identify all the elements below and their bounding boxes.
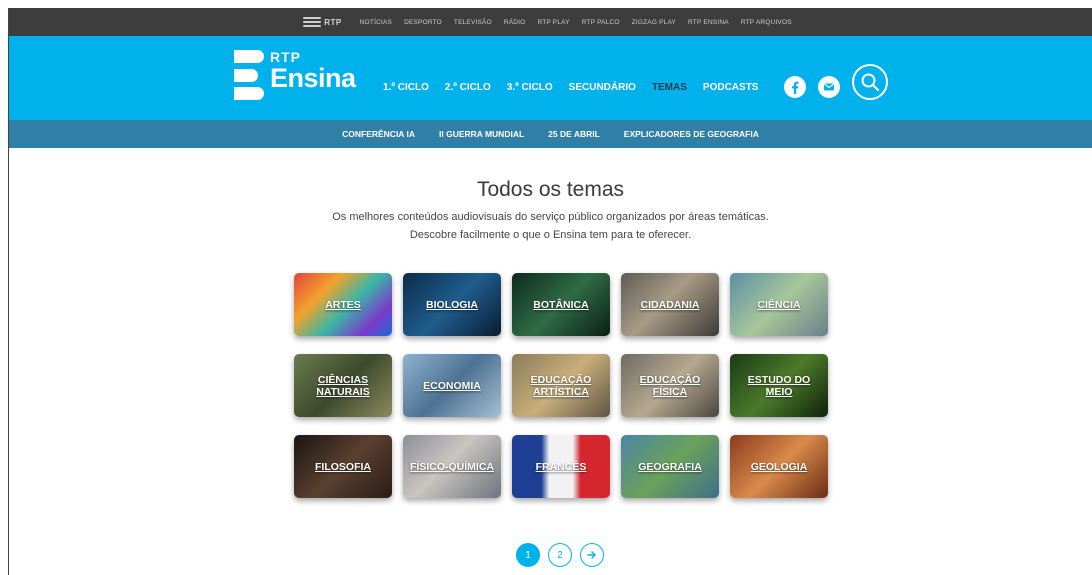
theme-tile-ciência[interactable]: CIÊNCIA [730,273,828,336]
theme-tile-artes[interactable]: ARTES [294,273,392,336]
theme-tile-geologia[interactable]: GEOLOGIA [730,435,828,498]
rtp-ensina-logo[interactable]: RTP Ensina [234,50,356,100]
theme-tile-label: EDUCAÇÃO ARTÍSTICA [530,373,592,398]
theme-tile-ciências-naturais[interactable]: CIÊNCIAS NATURAIS [294,354,392,417]
theme-tile-label: ECONOMIA [423,379,481,392]
theme-tile-botânica[interactable]: BOTÂNICA [512,273,610,336]
search-icon [861,73,880,92]
rtp-link-radio[interactable]: RÁDIO [504,19,526,26]
browser-viewport: RTP NOTÍCIAS DESPORTO TELEVISÃO RÁDIO RT… [8,8,1092,575]
facebook-icon[interactable] [784,76,806,98]
rtp-logo-text: RTP [324,17,342,27]
featured-topics-nav: CONFERÊNCIA IA II GUERRA MUNDIAL 25 DE A… [9,120,1092,148]
theme-tile-educação-artística[interactable]: EDUCAÇÃO ARTÍSTICA [512,354,610,417]
nav-temas[interactable]: TEMAS [652,82,687,93]
theme-tile-biologia[interactable]: BIOLOGIA [403,273,501,336]
logo-big-text: Ensina [270,63,356,93]
theme-tile-label: BIOLOGIA [426,298,478,311]
theme-tile-filosofia[interactable]: FILOSOFIA [294,435,392,498]
page-lead: Os melhores conteúdos audiovisuais do se… [9,208,1092,244]
nav-3-ciclo[interactable]: 3.º CICLO [507,82,553,93]
theme-tile-label: CIÊNCIA [757,298,801,311]
rtp-group-bar: RTP NOTÍCIAS DESPORTO TELEVISÃO RÁDIO RT… [9,8,1092,36]
ensina-logo-icon [234,50,264,100]
rtp-link-rtp-palco[interactable]: RTP PALCO [582,19,620,26]
theme-tile-geografia[interactable]: GEOGRAFIA [621,435,719,498]
next-page-button[interactable] [580,543,604,567]
rtp-link-rtp-arquivos[interactable]: RTP ARQUIVOS [741,19,792,26]
nav-2-ciclo[interactable]: 2.º CICLO [445,82,491,93]
rtp-link-rtp-ensina[interactable]: RTP ENSINA [688,19,729,26]
lead-line-1: Os melhores conteúdos audiovisuais do se… [332,211,769,223]
theme-tile-label: ESTUDO DO MEIO [747,373,811,398]
subnav-25-de-abril[interactable]: 25 DE ABRIL [548,129,600,139]
rtp-link-televisao[interactable]: TELEVISÃO [454,19,492,26]
rtp-logo[interactable]: RTP [303,17,342,27]
subnav-ii-guerra-mundial[interactable]: II GUERRA MUNDIAL [439,129,524,139]
theme-tile-label: ARTES [325,298,361,311]
nav-secundario[interactable]: SECUNDÁRIO [569,82,636,93]
page-title: Todos os temas [476,178,625,201]
logo-small-text: RTP [270,49,301,65]
theme-tile-label: CIDADANIA [640,298,700,311]
subnav-conferencia-ia[interactable]: CONFERÊNCIA IA [342,129,415,139]
rtp-link-desporto[interactable]: DESPORTO [404,19,442,26]
email-icon[interactable] [818,76,840,98]
theme-tile-francês[interactable]: FRANCÊS [512,435,610,498]
theme-tile-economia[interactable]: ECONOMIA [403,354,501,417]
lead-line-2: Descobre facilmente o que o Ensina tem p… [409,229,692,241]
site-header: RTP Ensina 1.º CICLO 2.º CICLO 3.º CICLO… [9,36,1092,120]
page-2-button[interactable]: 2 [548,543,572,567]
search-button[interactable] [852,64,888,100]
rtp-link-noticias[interactable]: NOTÍCIAS [360,19,392,26]
page-1-button[interactable]: 1 [516,543,540,567]
theme-tile-label: BOTÂNICA [533,298,589,311]
rtp-link-rtp-play[interactable]: RTP PLAY [537,19,569,26]
main-nav: 1.º CICLO 2.º CICLO 3.º CICLO SECUNDÁRIO… [383,82,758,93]
themes-grid: ARTES BIOLOGIA BOTÂNICA CIDADANIA CIÊNCIA CIÊ… [294,273,828,498]
theme-tile-cidadania[interactable]: CIDADANIA [621,273,719,336]
subnav-explicadores-geografia[interactable]: EXPLICADORES DE GEOGRAFIA [624,129,759,139]
theme-tile-label: FÍSICO-QUÍMICA [410,460,494,473]
rtp-logo-icon [303,17,322,27]
theme-tile-label: GEOLOGIA [750,460,808,473]
theme-tile-label: FRANCÊS [535,460,587,473]
theme-tile-educação-física[interactable]: EDUCAÇÃO FÍSICA [621,354,719,417]
theme-tile-label: CIÊNCIAS NATURAIS [316,373,370,398]
social-links [784,76,840,98]
arrow-right-icon [587,551,596,559]
nav-podcasts[interactable]: PODCASTS [703,82,759,93]
nav-1-ciclo[interactable]: 1.º CICLO [383,82,429,93]
theme-tile-label: FILOSOFIA [315,460,371,473]
theme-tile-label: EDUCAÇÃO FÍSICA [639,373,701,398]
rtp-link-zigzag-play[interactable]: ZIGZAG PLAY [632,19,676,26]
theme-tile-estudo-do-meio[interactable]: ESTUDO DO MEIO [730,354,828,417]
theme-tile-físico-química[interactable]: FÍSICO-QUÍMICA [403,435,501,498]
theme-tile-label: GEOGRAFIA [638,460,702,473]
pagination: 1 2 [516,543,604,567]
